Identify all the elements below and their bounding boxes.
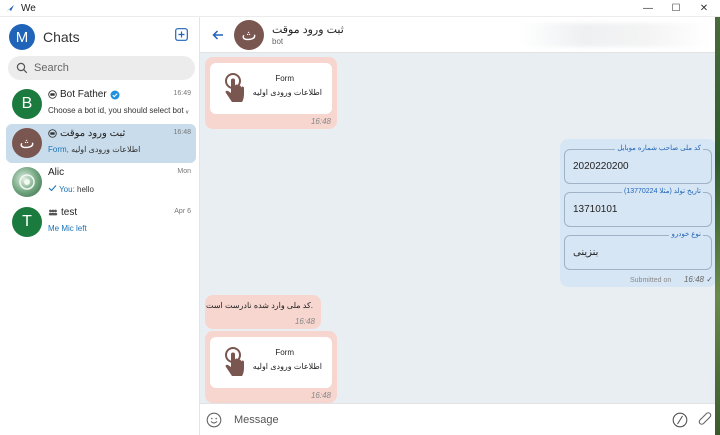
field-label: تاریخ تولد (مثلا 13770224) [621, 187, 703, 195]
error-message: کد ملی وارد شده نادرست است. 16:48 [205, 295, 321, 329]
message-composer [200, 403, 720, 435]
tap-hand-icon [225, 73, 244, 102]
bot-command-icon[interactable] [672, 412, 688, 428]
app-logo-icon [6, 5, 14, 12]
verified-icon [110, 90, 120, 99]
field-value: 2020220200 [573, 161, 629, 172]
chat-name: ثبت ورود موقت [48, 128, 125, 139]
message-time: 16:48 [310, 391, 331, 400]
tap-hand-icon [225, 347, 244, 376]
submitted-form-message: کد ملی صاحب شماره موبایل 2020220200 تاری… [560, 139, 716, 287]
field-value: 13710101 [573, 204, 618, 215]
chat-title[interactable]: ثبت ورود موقت [272, 23, 344, 36]
group-icon [48, 209, 58, 216]
chat-time: 16:48 [173, 129, 191, 136]
form-message: Form اطلاعات ورودی اولیه 16:48 [205, 57, 337, 129]
message-time: 16:48 [683, 275, 704, 284]
field-vehicle-type: نوع خودرو بنزینی [564, 230, 712, 270]
chat-sidebar: M Chats B Bot Father 16:49 Choose a bot … [0, 17, 200, 435]
chat-item-sabt-vorood[interactable]: ث ثبت ورود موقت 16:48 Form, اطلاعات ورود… [6, 124, 196, 163]
field-label: کد ملی صاحب شماره موبایل [615, 144, 703, 152]
read-check-icon: ✓ [706, 275, 713, 284]
chat-preview: Form, اطلاعات ورودی اولیه [48, 145, 141, 154]
chat-preview: Me Mic left [48, 224, 87, 233]
chat-item-test[interactable]: T test Apr 6 Me Mic left [6, 203, 196, 242]
window-title: We [21, 3, 36, 14]
chat-header: ث ثبت ورود موقت bot [200, 17, 720, 53]
blurred-header-area [520, 23, 710, 47]
form-card[interactable]: Form اطلاعات ورودی اولیه [210, 63, 332, 114]
attachment-icon[interactable] [698, 411, 712, 429]
photo-avatar-icon [19, 174, 35, 190]
chat-item-alic[interactable]: Alic Mon You: hello [6, 163, 196, 202]
message-list: Form اطلاعات ورودی اولیه 16:48 کد ملی صا… [200, 53, 720, 403]
chat-time: Mon [177, 168, 191, 175]
chat-item-bot-father[interactable]: B Bot Father 16:49 Choose a bot id, you … [6, 85, 196, 124]
avatar: T [12, 207, 42, 237]
message-time: 16:48 [310, 117, 331, 126]
emoji-icon[interactable] [206, 412, 222, 428]
search-input[interactable] [34, 60, 184, 76]
form-message: Form اطلاعات ورودی اولیه 16:48 [205, 331, 337, 403]
message-time: 16:48 [294, 317, 315, 326]
field-value: بنزینی [573, 247, 599, 258]
chat-name: test [48, 207, 77, 218]
chat-status: bot [272, 37, 284, 46]
title-bar: We — ☐ ✕ [0, 0, 720, 17]
chat-avatar[interactable]: ث [234, 20, 264, 50]
bot-icon [48, 90, 57, 99]
chat-preview: You: hello [48, 184, 193, 194]
field-birth-date: تاریخ تولد (مثلا 13770224) 13710101 [564, 187, 712, 227]
new-chat-icon[interactable] [175, 28, 188, 41]
sidebar-title: Chats [43, 29, 80, 45]
avatar: B [12, 89, 42, 119]
maximize-button[interactable]: ☐ [664, 0, 688, 17]
search-icon [16, 62, 28, 74]
form-subtitle: اطلاعات ورودی اولیه [252, 362, 322, 371]
check-icon [48, 185, 57, 192]
desktop-background [715, 17, 720, 435]
chat-panel: ث ثبت ورود موقت bot Form اطلاعات ورودی ا… [200, 17, 720, 435]
chat-preview: Choose a bot id, you should select bot ᵥ [48, 106, 189, 115]
chat-time: Apr 6 [174, 208, 191, 215]
form-title: Form [275, 74, 294, 83]
submitted-status: Submitted on [630, 277, 672, 284]
chat-name: Bot Father [48, 89, 120, 100]
chat-time: 16:49 [173, 90, 191, 97]
form-subtitle: اطلاعات ورودی اولیه [252, 88, 322, 97]
chat-name: Alic [48, 167, 65, 178]
avatar: ث [12, 128, 42, 158]
bot-icon [48, 129, 57, 138]
profile-avatar[interactable]: M [9, 24, 35, 50]
search-box[interactable] [8, 56, 195, 80]
close-button[interactable]: ✕ [692, 0, 716, 17]
field-label: نوع خودرو [669, 230, 703, 238]
avatar [12, 167, 42, 197]
form-title: Form [275, 348, 294, 357]
message-text: کد ملی وارد شده نادرست است. [206, 301, 313, 310]
back-arrow-icon[interactable] [212, 29, 224, 41]
message-input[interactable] [234, 412, 654, 428]
field-national-id: کد ملی صاحب شماره موبایل 2020220200 [564, 144, 712, 184]
minimize-button[interactable]: — [636, 0, 660, 17]
form-card[interactable]: Form اطلاعات ورودی اولیه [210, 337, 332, 388]
